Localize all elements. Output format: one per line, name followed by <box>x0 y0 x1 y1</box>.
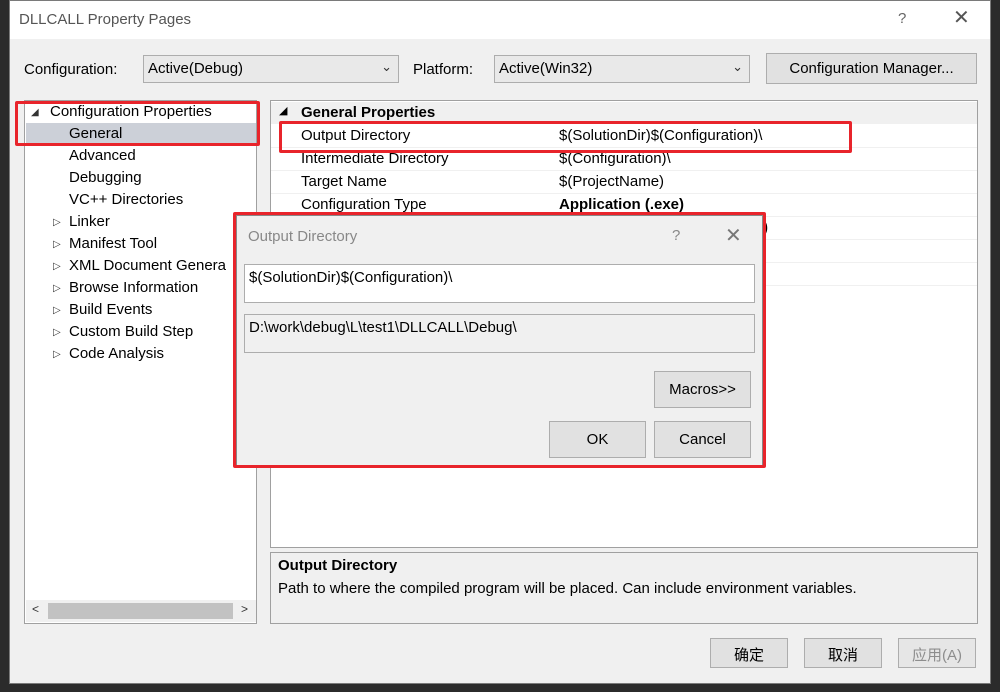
tree-item-general[interactable]: General <box>69 124 122 146</box>
expand-triangle-icon[interactable]: ▷ <box>53 235 61 255</box>
tree-item-label: Manifest Tool <box>69 235 158 252</box>
tree-item-label: Browse Information <box>69 279 199 296</box>
window-title: DLLCALL Property Pages <box>19 11 192 28</box>
description-title: Output Directory <box>278 557 398 574</box>
scrollbar-thumb[interactable] <box>48 603 233 619</box>
apply-button[interactable]: 应用(A) <box>898 638 976 668</box>
help-icon[interactable]: ? <box>672 227 680 244</box>
expand-triangle-icon[interactable]: ▷ <box>53 257 61 277</box>
tree-item-advanced[interactable]: Advanced <box>69 146 136 168</box>
platform-label: Platform: <box>413 61 474 78</box>
grid-section-header[interactable]: ◢ General Properties <box>271 102 977 124</box>
property-name: Configuration Type <box>301 196 427 213</box>
expand-triangle-icon[interactable]: ▷ <box>53 213 61 233</box>
chevron-down-icon: ⌄ <box>732 59 743 74</box>
grid-row-intermediate-directory[interactable]: Intermediate Directory $(Configuration)\ <box>271 148 977 171</box>
grid-row-configuration-type[interactable]: Configuration Type Application (.exe) <box>271 194 977 217</box>
configuration-label: Configuration: <box>24 61 118 78</box>
macros-button[interactable]: Macros>> <box>654 371 751 408</box>
grid-row-target-name[interactable]: Target Name $(ProjectName) <box>271 171 977 194</box>
grid-row-output-directory[interactable]: Output Directory $(SolutionDir)$(Configu… <box>271 125 977 148</box>
tree-selection-highlight <box>26 123 256 144</box>
tree-horizontal-scrollbar[interactable]: < > <box>26 600 256 622</box>
help-icon[interactable]: ? <box>898 10 906 27</box>
close-icon[interactable]: ✕ <box>953 8 970 28</box>
output-directory-input[interactable]: $(SolutionDir)$(Configuration)\ <box>244 264 755 303</box>
ok-button[interactable]: 确定 <box>710 638 788 668</box>
property-name: Intermediate Directory <box>301 150 449 167</box>
collapse-triangle-icon[interactable]: ◢ <box>31 103 39 123</box>
dialog-ok-button[interactable]: OK <box>549 421 646 458</box>
tree-root-label: Configuration Properties <box>50 103 212 120</box>
property-value: $(Configuration)\ <box>559 150 671 167</box>
scroll-right-icon[interactable]: > <box>241 602 248 616</box>
description-panel: Output Directory Path to where the compi… <box>270 552 978 624</box>
tree-item-label: Custom Build Step <box>69 323 194 340</box>
configuration-manager-button[interactable]: Configuration Manager... <box>766 53 977 84</box>
dialog-title: Output Directory <box>248 228 358 245</box>
collapse-triangle-icon[interactable]: ◢ <box>279 104 287 117</box>
property-value: ) <box>763 219 768 236</box>
description-text: Path to where the compiled program will … <box>278 580 857 597</box>
property-value: $(ProjectName) <box>559 173 665 190</box>
platform-select[interactable]: Active(Win32) ⌄ <box>494 55 750 83</box>
scroll-left-icon[interactable]: < <box>32 602 39 616</box>
expand-triangle-icon[interactable]: ▷ <box>53 301 61 321</box>
dialog-cancel-button[interactable]: Cancel <box>654 421 751 458</box>
expand-triangle-icon[interactable]: ▷ <box>53 279 61 299</box>
evaluated-value-field: D:\work\debug\L\test1\DLLCALL\Debug\ <box>244 314 755 353</box>
platform-select-value: Active(Win32) <box>499 60 593 77</box>
title-bar: DLLCALL Property Pages ? ✕ <box>10 1 990 39</box>
property-name: Output Directory <box>301 127 411 144</box>
cancel-button[interactable]: 取消 <box>804 638 882 668</box>
output-directory-dialog: Output Directory ? ✕ $(SolutionDir)$(Con… <box>236 215 763 466</box>
tree-item-xml-document-generator[interactable]: ▷ XML Document Genera <box>53 256 255 278</box>
property-value: Application (.exe) <box>559 196 685 213</box>
property-tree: ◢ Configuration Properties General Advan… <box>24 100 257 624</box>
configuration-select[interactable]: Active(Debug) ⌄ <box>143 55 399 83</box>
expand-triangle-icon[interactable]: ▷ <box>53 345 61 365</box>
grid-section-title: General Properties <box>301 104 436 121</box>
property-name: Target Name <box>301 173 387 190</box>
tree-item-vc-directories[interactable]: VC++ Directories <box>69 190 183 212</box>
expand-triangle-icon[interactable]: ▷ <box>53 323 61 343</box>
configuration-select-value: Active(Debug) <box>148 60 244 77</box>
tree-item-label: XML Document Genera <box>69 257 227 274</box>
chevron-down-icon: ⌄ <box>381 59 392 74</box>
tree-item-label: Build Events <box>69 301 153 318</box>
tree-item-label: Code Analysis <box>69 345 165 362</box>
close-icon[interactable]: ✕ <box>725 223 742 248</box>
property-value: $(SolutionDir)$(Configuration)\ <box>559 127 763 144</box>
tree-item-label: Linker <box>69 213 110 230</box>
tree-item-debugging[interactable]: Debugging <box>69 168 142 190</box>
